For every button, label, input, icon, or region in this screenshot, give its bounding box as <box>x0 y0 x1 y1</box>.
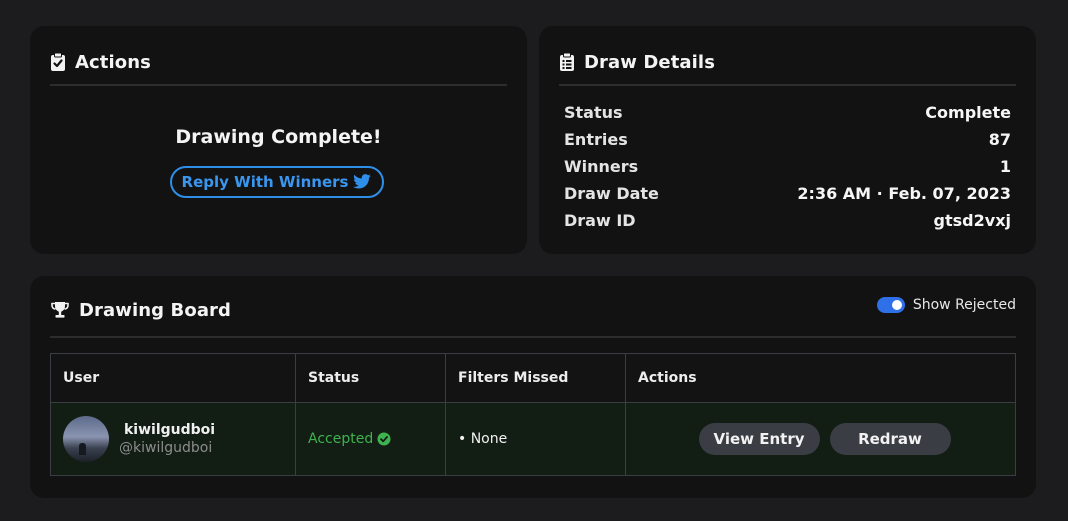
drawing-complete-text: Drawing Complete! <box>175 126 382 148</box>
table-header-row: User Status Filters Missed Actions <box>50 353 1016 403</box>
entry-handle: @kiwilgudboi <box>119 440 213 456</box>
drawing-board-table: User Status Filters Missed Actions kiwil… <box>50 353 1016 476</box>
detail-label: Winners <box>564 156 639 176</box>
filters-missed-cell: • None <box>445 402 626 476</box>
drawing-board-card: Drawing Board Show Rejected User Status … <box>30 276 1036 498</box>
details-header: Draw Details <box>559 40 1016 86</box>
detail-row-draw-date: Draw Date 2:36 AM · Feb. 07, 2023 <box>564 180 1011 206</box>
detail-value: 87 <box>988 129 1011 149</box>
detail-label: Draw Date <box>564 183 659 203</box>
show-rejected-toggle[interactable] <box>876 297 905 313</box>
avatar <box>63 416 109 462</box>
detail-label: Entries <box>564 129 628 149</box>
show-rejected-toggle-wrap: Show Rejected <box>876 297 1016 313</box>
status-accepted: Accepted <box>308 431 374 447</box>
detail-value: gtsd2vxj <box>933 210 1011 230</box>
board-title: Drawing Board <box>79 299 232 321</box>
detail-label: Status <box>564 102 623 122</box>
actions-header: Actions <box>50 40 507 86</box>
detail-value: 2:36 AM · Feb. 07, 2023 <box>797 183 1011 203</box>
detail-row-draw-id: Draw ID gtsd2vxj <box>564 207 1011 233</box>
actions-title: Actions <box>75 51 151 73</box>
clipboard-check-icon <box>50 52 66 72</box>
column-header-actions: Actions <box>625 353 1016 403</box>
status-cell: Accepted <box>295 402 446 476</box>
toggle-knob <box>891 300 902 310</box>
actions-card: Actions Drawing Complete! Reply With Win… <box>30 26 527 254</box>
detail-row-entries: Entries 87 <box>564 126 1011 152</box>
user-cell: kiwilgudboi @kiwilgudboi <box>50 402 296 476</box>
view-entry-button[interactable]: View Entry <box>698 423 820 455</box>
reply-button-label: Reply With Winners <box>181 173 349 191</box>
reply-with-winners-button[interactable]: Reply With Winners <box>170 166 384 198</box>
entry-username: kiwilgudboi <box>124 422 216 438</box>
detail-label: Draw ID <box>564 210 636 230</box>
twitter-icon <box>352 174 372 190</box>
board-header: Drawing Board <box>50 284 1016 338</box>
redraw-button[interactable]: Redraw <box>829 423 951 455</box>
actions-cell: View Entry Redraw <box>625 402 1016 476</box>
detail-row-winners: Winners 1 <box>564 153 1011 179</box>
column-header-status: Status <box>295 353 446 403</box>
show-rejected-label: Show Rejected <box>912 297 1016 313</box>
column-header-filters-missed: Filters Missed <box>445 353 626 403</box>
details-title: Draw Details <box>584 51 716 73</box>
detail-value: Complete <box>925 102 1011 122</box>
column-header-user: User <box>50 353 296 403</box>
clipboard-list-icon <box>559 52 575 72</box>
draw-details-card: Draw Details Status Complete Entries 87 … <box>539 26 1036 254</box>
trophy-icon <box>50 301 70 319</box>
detail-value: 1 <box>999 156 1011 176</box>
detail-row-status: Status Complete <box>564 99 1011 125</box>
check-circle-icon <box>377 432 391 446</box>
table-row: kiwilgudboi @kiwilgudboi Accepted • None… <box>50 402 1016 476</box>
